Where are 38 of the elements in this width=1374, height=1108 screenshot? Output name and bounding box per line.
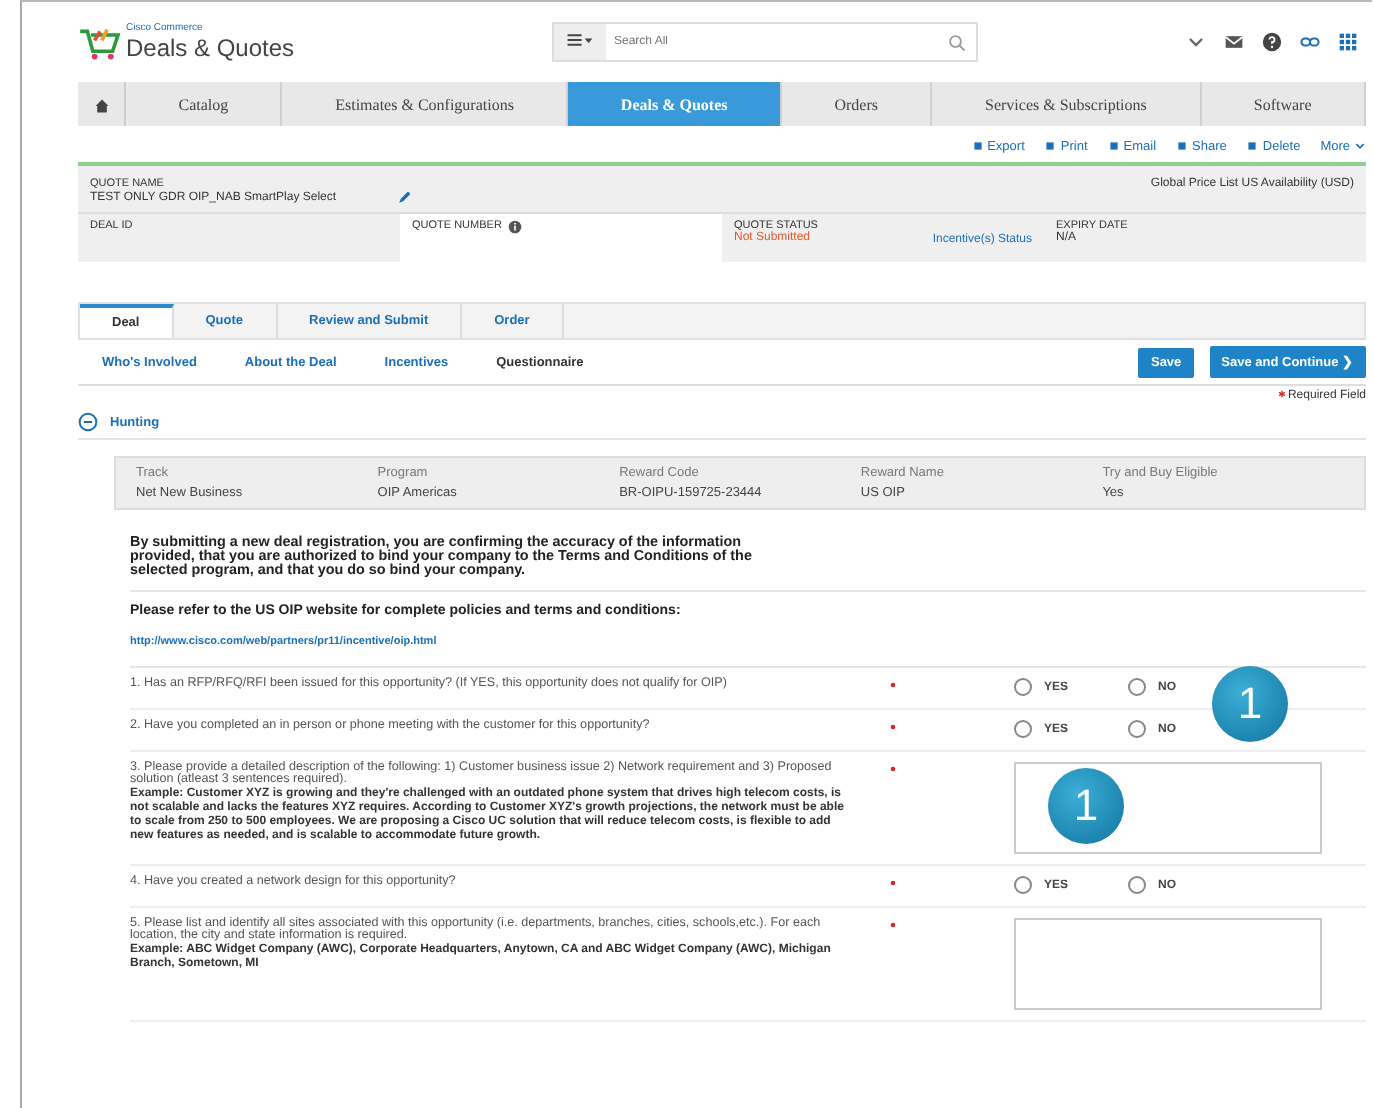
menu-icon <box>566 32 594 48</box>
required-marker-icon <box>890 765 896 772</box>
dropdown-caret-icon[interactable] <box>1186 32 1206 52</box>
action-icon <box>1246 140 1259 152</box>
action-icon <box>1176 140 1189 152</box>
action-icon <box>1044 140 1057 152</box>
home-icon <box>93 97 109 113</box>
callout-badge: 1 <box>1212 665 1288 742</box>
link-icon[interactable] <box>1300 32 1320 52</box>
menu-button[interactable] <box>554 24 606 60</box>
nav-tab[interactable]: Orders <box>782 82 933 126</box>
collapse-toggle-icon[interactable] <box>78 412 98 432</box>
nav-tab[interactable]: Services & Subscriptions <box>932 82 1202 126</box>
radio-button[interactable] <box>1014 678 1032 697</box>
edit-icon[interactable] <box>396 190 413 206</box>
app-title: Deals & Quotes <box>126 34 295 62</box>
radio-button[interactable] <box>1128 876 1147 895</box>
nav-tab[interactable]: Catalog <box>126 82 283 126</box>
required-asterisk-icon <box>1277 390 1286 398</box>
radio-button[interactable] <box>1014 720 1032 739</box>
nav-tab[interactable]: Software <box>1201 82 1367 126</box>
nav-tab[interactable]: Deals & Quotes <box>568 82 782 126</box>
mail-icon[interactable] <box>1224 32 1244 52</box>
apps-grid-icon[interactable] <box>1338 32 1358 52</box>
radio-button[interactable] <box>1014 876 1032 895</box>
cart-icon <box>78 26 122 62</box>
info-icon[interactable] <box>507 220 522 234</box>
action-icon <box>1107 140 1120 152</box>
required-marker-icon <box>890 681 896 688</box>
search-icon <box>948 33 966 51</box>
chevron-down-icon <box>1354 140 1366 152</box>
required-marker-icon <box>890 879 896 886</box>
required-marker-icon <box>890 723 896 730</box>
radio-button[interactable] <box>1128 678 1147 697</box>
help-icon[interactable] <box>1262 32 1282 52</box>
action-icon <box>971 140 984 152</box>
radio-button[interactable] <box>1128 720 1147 739</box>
required-marker-icon <box>890 921 896 928</box>
